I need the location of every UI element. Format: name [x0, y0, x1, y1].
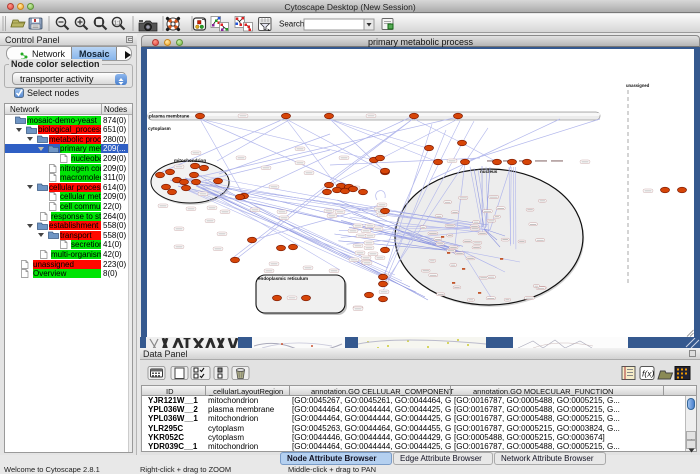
svg-text:mitochondrion: mitochondrion [174, 158, 206, 163]
svg-text:f(x): f(x) [642, 369, 654, 379]
svg-text:cytoplasm: cytoplasm [148, 126, 171, 131]
svg-text:Search:: Search: [279, 20, 307, 29]
svg-text:1:1: 1:1 [114, 21, 121, 27]
svg-text:endoplasmic reticulum: endoplasmic reticulum [258, 276, 308, 281]
svg-text:plasma membrane: plasma membrane [149, 114, 190, 119]
svg-text:nucleus: nucleus [480, 169, 498, 174]
svg-text:unassigned: unassigned [626, 83, 650, 88]
